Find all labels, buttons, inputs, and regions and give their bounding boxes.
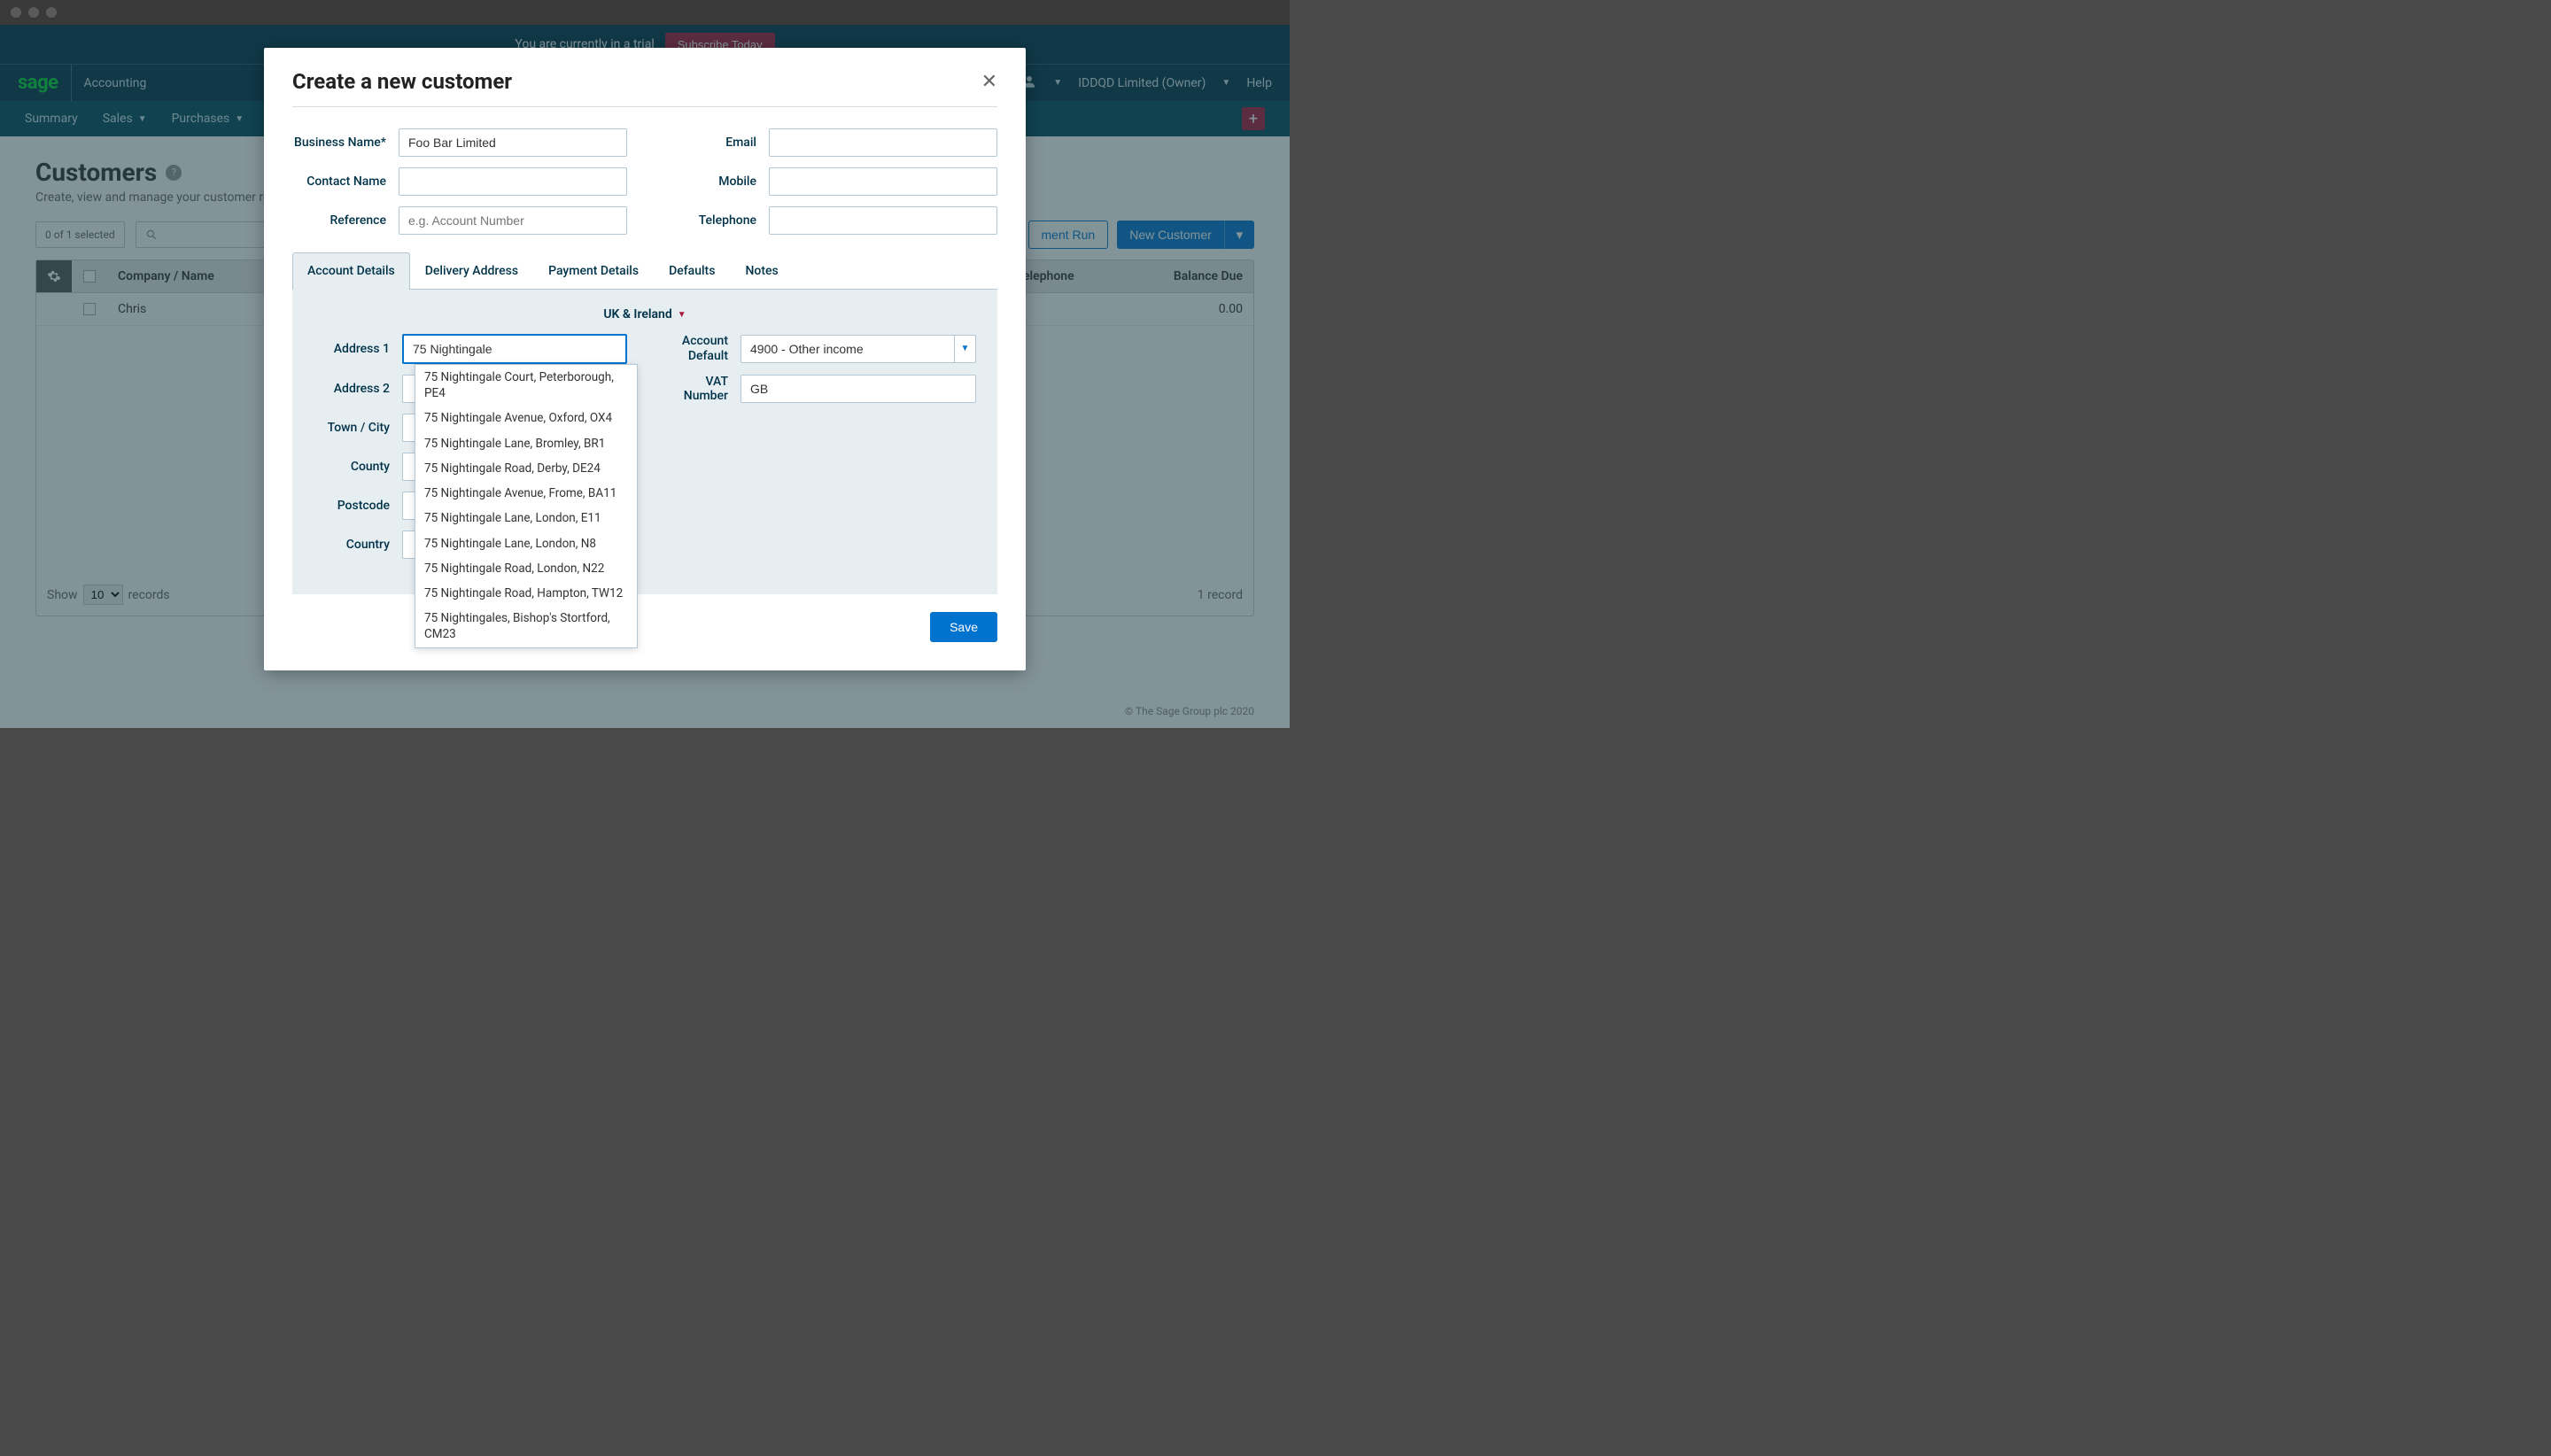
close-icon[interactable]: ✕	[981, 71, 997, 93]
autocomplete-item[interactable]: 75 Nightingale Road, London, N22	[415, 556, 637, 581]
tab-notes[interactable]: Notes	[730, 252, 793, 289]
tab-payment-details[interactable]: Payment Details	[533, 252, 654, 289]
autocomplete-item[interactable]: 75 Nightingale Road, Derby, DE24	[415, 456, 637, 481]
autocomplete-item[interactable]: 75 Nightingale Lane, London, E11	[415, 506, 637, 531]
label-business-name: Business Name*	[292, 136, 399, 150]
label-address1: Address 1	[314, 342, 402, 356]
contact-name-input[interactable]	[399, 167, 627, 196]
window-chrome	[0, 0, 1290, 25]
vat-number-input[interactable]	[740, 375, 976, 403]
autocomplete-item[interactable]: 75 Nightingale Road, Hampton, TW12	[415, 581, 637, 606]
save-button[interactable]: Save	[930, 612, 997, 642]
traffic-min[interactable]	[28, 7, 39, 18]
label-town: Town / City	[314, 421, 402, 435]
create-customer-modal: Create a new customer ✕ Business Name* C…	[264, 48, 1026, 670]
autocomplete-item[interactable]: 75 Nightingale Court, Peterborough, PE4	[415, 365, 637, 406]
traffic-close[interactable]	[11, 7, 21, 18]
chevron-down-icon: ▼	[678, 310, 686, 320]
account-default-select[interactable]	[740, 335, 955, 363]
reference-input[interactable]	[399, 206, 627, 235]
business-name-input[interactable]	[399, 128, 627, 157]
label-reference: Reference	[292, 213, 399, 228]
tab-panel-account: UK & Ireland ▼ Address 1 Address 2 Town …	[292, 290, 997, 594]
autocomplete-item[interactable]: 75 Nightingale Avenue, Oxford, OX4	[415, 406, 637, 430]
label-vat: VAT Number	[663, 375, 740, 403]
label-email: Email	[663, 136, 769, 150]
label-mobile[interactable]: Mobile	[663, 174, 769, 189]
mobile-input[interactable]	[769, 167, 997, 196]
label-account-default: Account Default	[663, 334, 740, 364]
label-contact-name: Contact Name	[292, 174, 399, 189]
modal-tabs: Account Details Delivery Address Payment…	[292, 252, 997, 290]
autocomplete-item[interactable]: 75 Nightingales, Bishop's Stortford, CM2…	[415, 606, 637, 647]
tab-defaults[interactable]: Defaults	[654, 252, 730, 289]
label-county: County	[314, 460, 402, 474]
telephone-input[interactable]	[769, 206, 997, 235]
address-autocomplete: 75 Nightingale Court, Peterborough, PE47…	[415, 364, 638, 648]
region-selector[interactable]: UK & Ireland ▼	[314, 307, 976, 321]
address1-input[interactable]	[402, 334, 627, 364]
tab-delivery-address[interactable]: Delivery Address	[410, 252, 533, 289]
modal-title: Create a new customer	[292, 69, 512, 94]
autocomplete-item[interactable]: 75 Nightingale Avenue, Frome, BA11	[415, 481, 637, 506]
tab-account-details[interactable]: Account Details	[292, 252, 410, 289]
account-default-dropdown[interactable]: ▼	[955, 335, 976, 363]
traffic-max[interactable]	[46, 7, 57, 18]
label-country: Country	[314, 538, 402, 552]
label-address2: Address 2	[314, 382, 402, 396]
autocomplete-item[interactable]: 75 Nightingale Lane, London, N8	[415, 531, 637, 556]
autocomplete-item[interactable]: 75 Nightingale Lane, Bromley, BR1	[415, 431, 637, 456]
email-input[interactable]	[769, 128, 997, 157]
label-telephone: Telephone	[663, 213, 769, 228]
label-postcode: Postcode	[314, 499, 402, 513]
